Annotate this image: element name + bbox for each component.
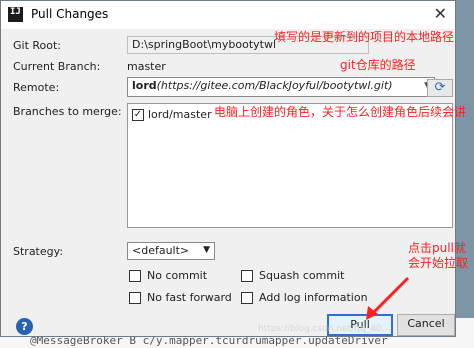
annotation-arrow: [366, 276, 410, 320]
